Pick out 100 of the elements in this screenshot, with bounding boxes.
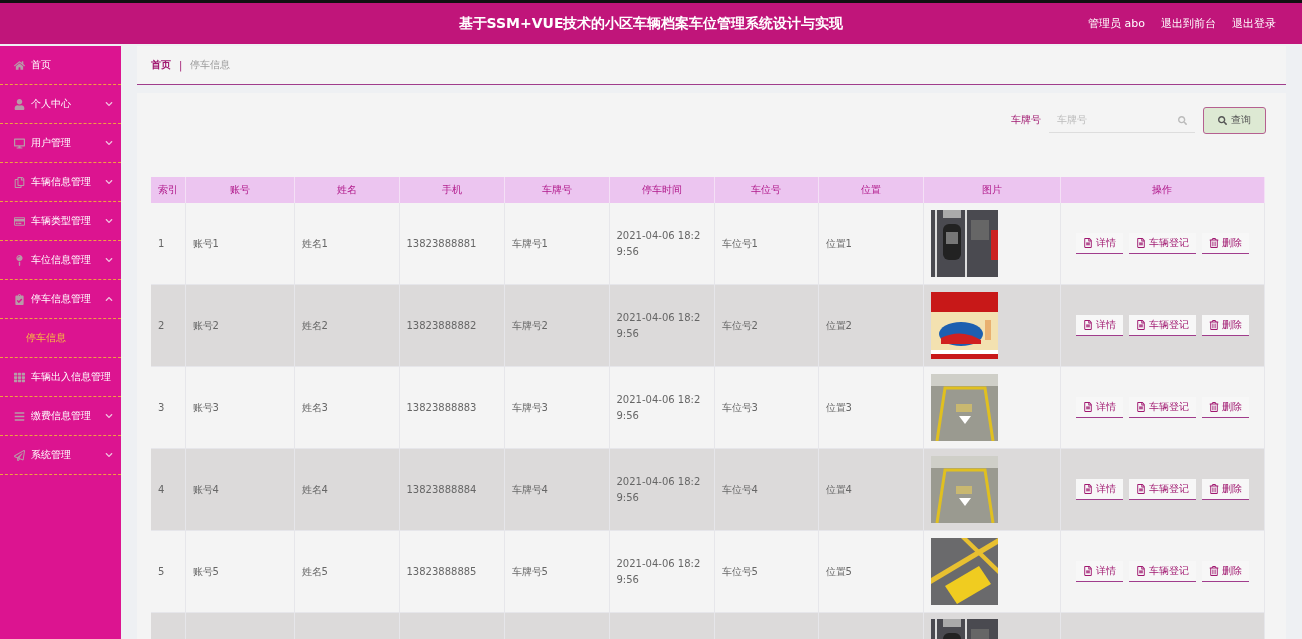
sidebar-item[interactable]: 缴费信息管理 <box>0 397 121 436</box>
chevron-down-icon <box>105 256 113 264</box>
column-header: 图片 <box>923 177 1060 203</box>
table-cell: 2021-04-06 18:29:56 <box>616 311 701 339</box>
chevron-down-icon <box>105 100 113 108</box>
breadcrumb-item[interactable]: 首页 <box>151 58 171 72</box>
chevron-down-icon <box>105 412 113 420</box>
table-cell: 5 <box>158 565 165 577</box>
header-link[interactable]: 管理员 abo <box>1088 16 1145 31</box>
action-button[interactable]: 车辆登记 <box>1128 479 1196 500</box>
table-cell: 车位号1 <box>721 237 758 249</box>
table-cell: 13823888883 <box>406 401 477 413</box>
sidebar-item[interactable]: 车辆信息管理 <box>0 163 121 202</box>
trash-icon <box>1208 238 1219 248</box>
table-cell: 姓名1 <box>301 237 328 249</box>
table-cell: 车位号5 <box>721 565 758 577</box>
sidebar-item[interactable]: 车辆类型管理 <box>0 202 121 241</box>
monitor-icon <box>14 137 25 149</box>
table-cell: 账号4 <box>192 483 219 495</box>
table-cell: 2021-04-06 18:29:56 <box>616 229 701 257</box>
table-cell: 13823888884 <box>406 483 477 495</box>
table-cell: 13823888881 <box>406 237 477 249</box>
table-cell: 2021-04-06 18:29:56 <box>616 475 701 503</box>
header-link[interactable]: 退出到前台 <box>1161 16 1216 31</box>
document-icon <box>1135 566 1146 576</box>
document-icon <box>1135 320 1146 330</box>
column-header: 姓名 <box>294 177 399 203</box>
table-cell: 车牌号1 <box>511 237 548 249</box>
sidebar-label: 缴费信息管理 <box>31 409 91 423</box>
column-header: 操作 <box>1060 177 1264 203</box>
column-header: 停车时间 <box>609 177 714 203</box>
chevron-down-icon <box>105 139 113 147</box>
table-cell: 4 <box>158 483 165 495</box>
table-cell: 账号3 <box>192 401 219 413</box>
sidebar-label: 首页 <box>31 58 51 72</box>
table-cell: 账号5 <box>192 565 219 577</box>
action-button[interactable]: 详情 <box>1075 315 1123 336</box>
sidebar-item[interactable]: 车辆出入信息管理 <box>0 358 121 397</box>
table-cell: 13823888882 <box>406 319 477 331</box>
search-icon <box>1218 115 1227 125</box>
sidebar-label: 系统管理 <box>31 448 71 462</box>
sidebar-item[interactable]: 首页 <box>0 46 121 85</box>
action-button[interactable]: 详情 <box>1075 479 1123 500</box>
table-cell: 账号1 <box>192 237 219 249</box>
table-cell: 姓名5 <box>301 565 328 577</box>
table-cell: 姓名4 <box>301 483 328 495</box>
query-button[interactable]: 查询 <box>1203 106 1266 134</box>
table-cell: 车牌号3 <box>511 401 548 413</box>
sidebar-item[interactable]: 用户管理 <box>0 124 121 163</box>
sidebar-item[interactable]: 系统管理 <box>0 436 121 475</box>
table-cell: 位置4 <box>825 483 852 495</box>
grid-icon <box>14 371 25 383</box>
sidebar-label: 停车信息管理 <box>31 292 91 306</box>
delete-button[interactable]: 删除 <box>1201 479 1249 500</box>
sidebar-label: 车辆类型管理 <box>31 214 91 228</box>
chevron-down-icon <box>105 217 113 225</box>
chevron-down-icon <box>105 451 113 459</box>
table-cell: 13823888885 <box>406 565 477 577</box>
document-icon <box>1135 484 1146 494</box>
app-title: 基于SSM+VUE技术的小区车辆档案车位管理系统设计与实现 <box>458 14 844 33</box>
table-cell: 姓名3 <box>301 401 328 413</box>
table-cell: 3 <box>158 401 165 413</box>
document-icon <box>1082 238 1093 248</box>
paper-plane-icon <box>14 449 25 461</box>
column-header: 车位号 <box>714 177 818 203</box>
search-icon <box>1178 115 1187 125</box>
document-icon <box>1082 402 1093 412</box>
table-cell: 车牌号4 <box>511 483 548 495</box>
chevron-up-icon <box>105 295 113 303</box>
action-button[interactable]: 车辆登记 <box>1128 315 1196 336</box>
column-header: 位置 <box>818 177 923 203</box>
trash-icon <box>1208 402 1219 412</box>
breadcrumb-item: 停车信息 <box>190 58 231 72</box>
table-cell: 姓名2 <box>301 319 328 331</box>
copy-icon <box>14 176 25 188</box>
pin-icon <box>14 254 25 266</box>
document-icon <box>1082 484 1093 494</box>
sidebar-item[interactable]: 车位信息管理 <box>0 241 121 280</box>
table-cell: 2021-04-06 18:29:56 <box>616 557 701 585</box>
sidebar-item[interactable]: 个人中心 <box>0 85 121 124</box>
home-icon <box>14 59 25 71</box>
document-icon <box>1135 402 1146 412</box>
table-cell: 1 <box>158 237 165 249</box>
table-cell: 车位号2 <box>721 319 758 331</box>
sidebar-label: 车辆出入信息管理 <box>31 370 111 384</box>
table-cell: 账号2 <box>192 319 219 331</box>
document-icon <box>1082 320 1093 330</box>
document-icon <box>1135 238 1146 248</box>
clipboard-icon <box>14 293 25 305</box>
table-cell: 车牌号2 <box>511 319 548 331</box>
delete-button[interactable]: 删除 <box>1201 315 1249 336</box>
card-icon <box>14 215 25 227</box>
trash-icon <box>1208 484 1219 494</box>
column-header: 车牌号 <box>504 177 609 203</box>
user-icon <box>14 98 25 110</box>
header-link[interactable]: 退出登录 <box>1232 16 1276 31</box>
sidebar-label: 用户管理 <box>31 136 71 150</box>
sidebar-item[interactable]: 停车信息管理 <box>0 280 121 319</box>
breadcrumb-separator: | <box>179 59 183 71</box>
chevron-down-icon <box>105 178 113 186</box>
